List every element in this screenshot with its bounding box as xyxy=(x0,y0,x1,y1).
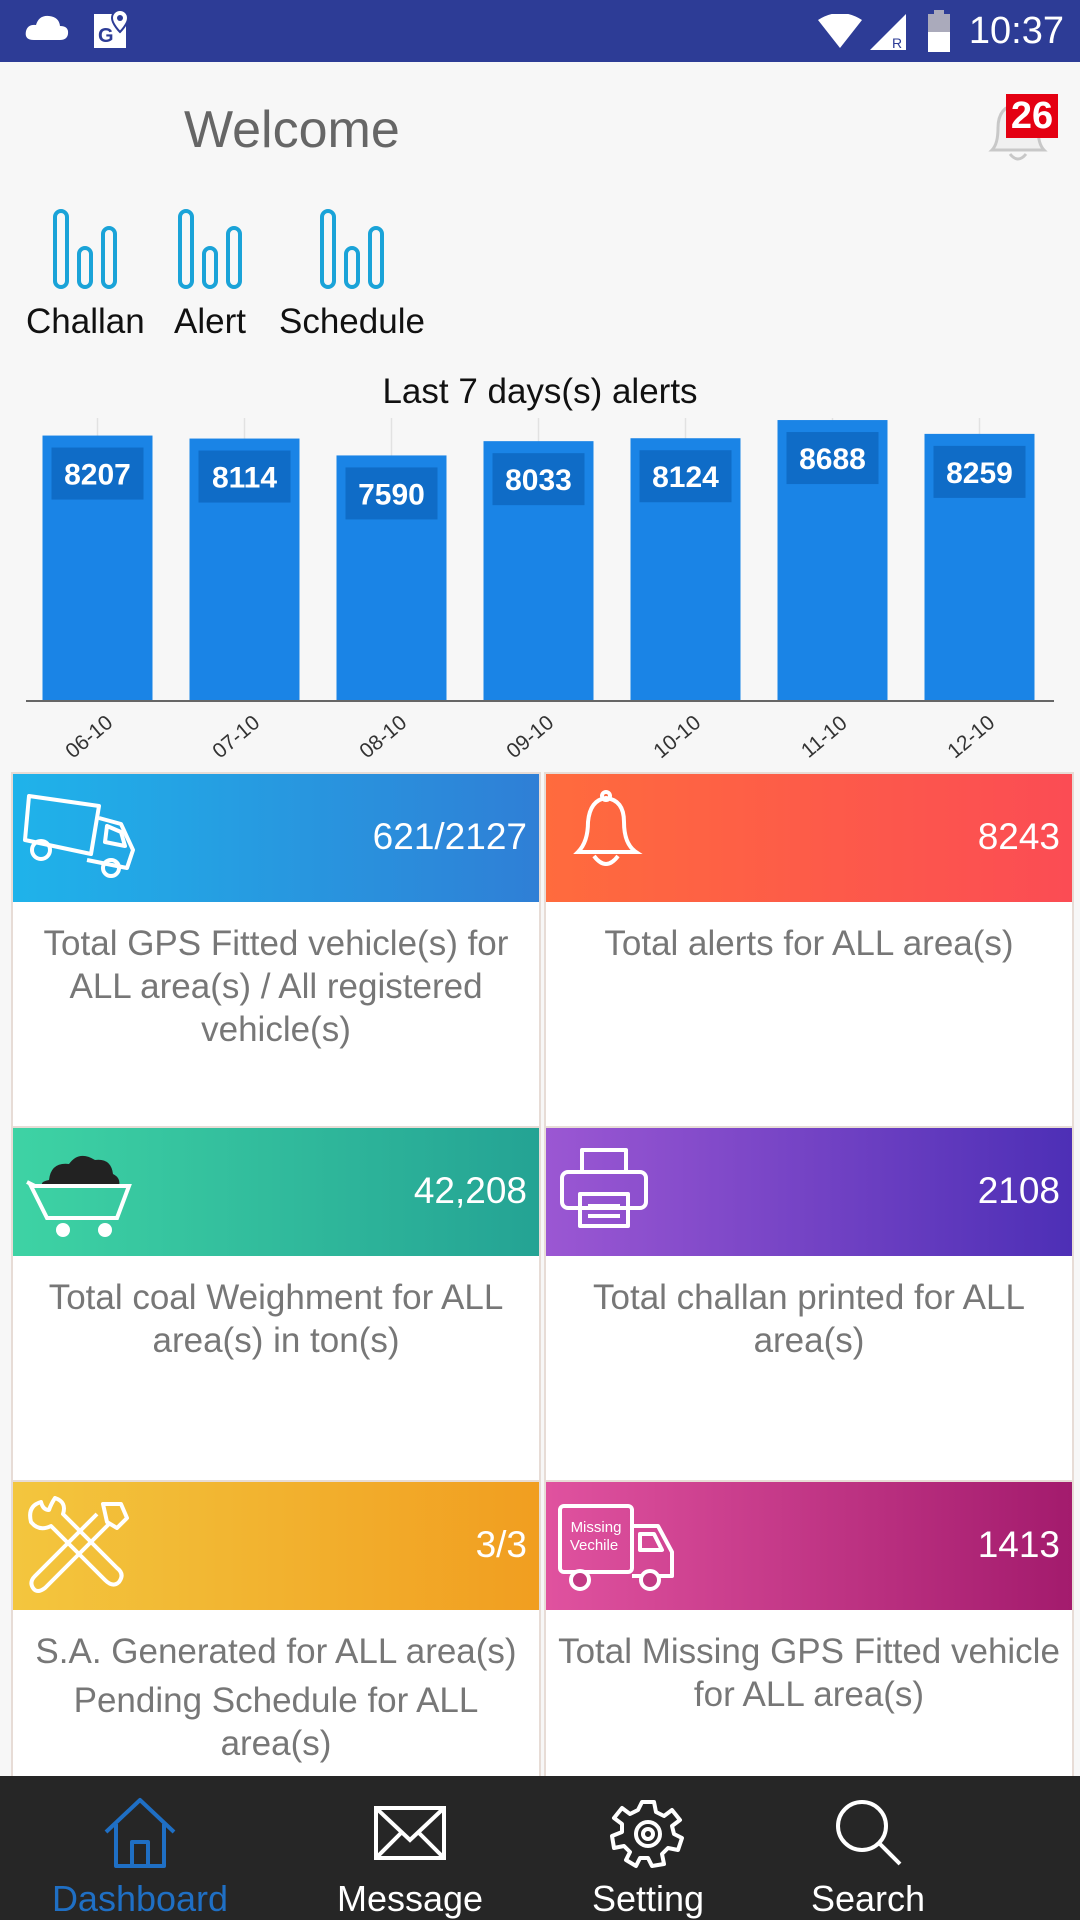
tile-header: 621/2127 xyxy=(13,774,539,902)
nav-label: Dashboard xyxy=(51,1878,229,1919)
tile-description-secondary: Pending Schedule for ALL area(s) xyxy=(73,1681,479,1763)
nav-label: Search xyxy=(810,1878,926,1919)
tile-gps-fitted-vehicles[interactable]: 621/2127 Total GPS Fitted vehicle(s) for… xyxy=(13,774,539,1128)
bar-chart-icon xyxy=(319,209,384,289)
tile-header: 2108 xyxy=(546,1128,1072,1256)
location-map-icon: G xyxy=(94,8,130,48)
cloud-icon xyxy=(25,15,69,40)
tile-challan-printed[interactable]: 2108 Total challan printed for ALL area(… xyxy=(546,1128,1072,1482)
tile-description: Total challan printed for ALL area(s) xyxy=(593,1278,1025,1360)
data-label: 8033 xyxy=(505,464,572,497)
x-tick-label: 10-10 xyxy=(649,711,705,763)
welcome-title: Welcome xyxy=(184,101,400,159)
truck-icon xyxy=(23,794,135,878)
shortcut-challan[interactable]: Challan xyxy=(26,208,145,342)
status-bar: G R 10:37 xyxy=(0,0,1080,62)
tile-value: 1413 xyxy=(977,1524,1060,1565)
envelope-icon xyxy=(374,1806,446,1860)
x-tick-label: 09-10 xyxy=(502,711,558,763)
notification-count-badge[interactable]: 26 xyxy=(1006,94,1058,138)
x-tick-label: 11-10 xyxy=(797,711,852,762)
chart-title: Last 7 days(s) alerts xyxy=(382,372,698,411)
nav-label: Setting xyxy=(591,1878,705,1919)
tile-value: 621/2127 xyxy=(372,816,527,857)
shortcut-label: Challan xyxy=(26,302,145,341)
nav-setting[interactable]: Setting xyxy=(538,1776,758,1920)
tile-description: Total coal Weighment for ALL area(s) in … xyxy=(48,1278,504,1360)
data-label: 8114 xyxy=(212,462,277,495)
data-label: 8688 xyxy=(799,443,866,476)
nav-dashboard[interactable]: Dashboard xyxy=(30,1776,250,1920)
printer-icon xyxy=(560,1148,648,1228)
shortcut-label: Alert xyxy=(174,302,246,341)
bell-icon xyxy=(573,790,643,866)
bar-chart-icon xyxy=(177,209,242,289)
svg-text:R: R xyxy=(892,35,902,51)
data-label: 7590 xyxy=(358,478,425,511)
tile-description: Total GPS Fitted vehicle(s) for ALL area… xyxy=(43,924,509,1049)
signal-icon: R xyxy=(870,14,906,51)
tile-description: Total alerts for ALL area(s) xyxy=(604,924,1014,963)
wifi-icon xyxy=(818,14,862,48)
nav-message[interactable]: Message xyxy=(300,1776,520,1920)
bottom-navigation: Dashboard Message Setting Search xyxy=(0,1776,1080,1920)
nav-label: Message xyxy=(336,1878,484,1919)
tile-header: Missing Vechile 1413 xyxy=(546,1482,1072,1610)
gear-icon xyxy=(610,1800,684,1868)
home-icon xyxy=(104,1798,176,1868)
battery-icon xyxy=(928,10,950,52)
svg-text:G: G xyxy=(98,25,114,47)
shortcut-label: Schedule xyxy=(279,302,425,341)
tile-header: 42,208 xyxy=(13,1128,539,1256)
clock: 10:37 xyxy=(968,10,1064,52)
x-tick-label: 07-10 xyxy=(208,711,264,763)
tile-total-alerts[interactable]: 8243 Total alerts for ALL area(s) xyxy=(546,774,1072,1128)
tile-value: 8243 xyxy=(977,816,1060,857)
tile-value: 2108 xyxy=(977,1170,1060,1211)
tile-description: S.A. Generated for ALL area(s) xyxy=(35,1632,517,1671)
shortcut-alert[interactable]: Alert xyxy=(174,208,246,342)
x-tick-label: 06-10 xyxy=(61,711,117,763)
tile-value: 42,208 xyxy=(413,1170,527,1211)
nav-search[interactable]: Search xyxy=(758,1776,978,1920)
data-label: 8259 xyxy=(946,457,1013,490)
tile-header: 3/3 xyxy=(13,1482,539,1610)
coal-cart-icon xyxy=(26,1155,132,1237)
x-tick-label: 08-10 xyxy=(355,711,411,763)
x-tick-label: 12-10 xyxy=(943,711,999,763)
tile-header: 8243 xyxy=(546,774,1072,902)
search-icon xyxy=(836,1800,902,1866)
svg-text:Missing: Missing xyxy=(571,1519,622,1536)
alerts-bar-chart: 8207 06-10 8114 07-10 7590 08-10 8033 09-10 8124… xyxy=(26,418,1054,763)
svg-text:Vechile: Vechile xyxy=(570,1537,618,1554)
data-label: 8124 xyxy=(652,461,719,494)
bar-chart-icon xyxy=(53,209,118,289)
tile-description: Total Missing GPS Fitted vehicle for ALL… xyxy=(558,1632,1060,1714)
missing-vehicle-icon: Missing Vechile xyxy=(558,1504,674,1591)
tile-value: 3/3 xyxy=(475,1524,527,1565)
shortcut-schedule[interactable]: Schedule xyxy=(279,208,425,342)
tools-icon xyxy=(28,1496,129,1593)
data-label: 8207 xyxy=(64,459,131,492)
tile-coal-weighment[interactable]: 42,208 Total coal Weighment for ALL area… xyxy=(13,1128,539,1482)
